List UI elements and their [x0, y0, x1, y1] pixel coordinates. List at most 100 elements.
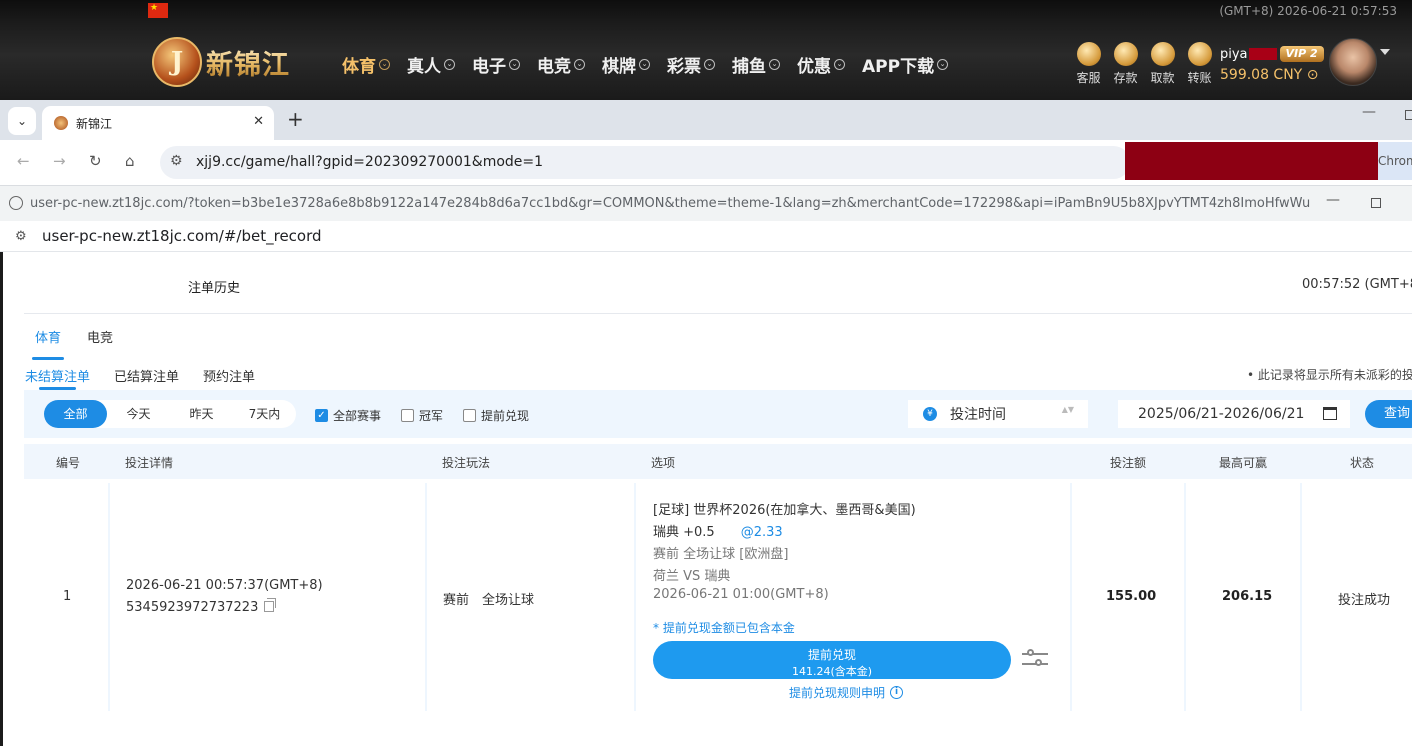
segment-yesterday[interactable]: 昨天 — [170, 400, 233, 428]
user-menu-caret-icon[interactable] — [1380, 49, 1390, 55]
header-detail: 投注详情 — [125, 456, 174, 470]
chevron-down-icon: ⌄ — [379, 59, 390, 70]
site-settings-icon[interactable]: ⚙ — [15, 229, 27, 244]
nav-item-app-download[interactable]: APP下载 ⌄ — [862, 52, 949, 77]
nav-item-live-casino[interactable]: 真人 ⌄ — [407, 52, 455, 77]
chevron-down-icon: ⌄ — [937, 59, 949, 70]
header-max-win: 最高可赢 — [1219, 456, 1268, 470]
quick-actions: 客服 存款 取款 转账 — [1070, 42, 1218, 86]
header-option: 选项 — [651, 456, 676, 470]
query-button[interactable]: 查询 — [1365, 400, 1412, 428]
page-clock: 00:57:52 (GMT+8) — [1302, 277, 1412, 292]
popup-maximize-button[interactable] — [1371, 198, 1381, 208]
nav-item-slots[interactable]: 电子 ⌄ — [472, 52, 520, 77]
checkbox-early-cashout[interactable]: 提前兑现 — [463, 407, 529, 424]
maximize-button[interactable] — [1405, 110, 1412, 120]
balance-row[interactable]: 599.08 CNY ⊙ — [1220, 67, 1324, 83]
sliders-icon[interactable] — [1022, 649, 1048, 669]
tab-unsettled[interactable]: 未结算注单 — [25, 366, 90, 390]
site-settings-icon[interactable]: ⚙ — [170, 153, 183, 169]
tab-sports[interactable]: 体育 — [31, 327, 65, 360]
divider — [24, 313, 1412, 314]
date-range-text: 2025/06/21-2026/06/21 — [1138, 406, 1305, 422]
sort-select[interactable]: ¥ 投注时间 ▲▼ — [908, 400, 1088, 428]
close-icon[interactable]: ✕ — [253, 114, 264, 129]
customer-service-button[interactable]: 客服 — [1070, 42, 1107, 86]
tab-settled[interactable]: 已结算注单 — [114, 366, 179, 385]
withdraw-button[interactable]: 取款 — [1144, 42, 1181, 86]
stake: 155.00 — [1106, 589, 1157, 604]
site-logo[interactable]: J 新锦江 — [152, 36, 290, 88]
kickoff-time: 2026-06-21 01:00(GMT+8) — [653, 587, 829, 602]
selection: 瑞典 +0.5 — [653, 525, 715, 540]
segment-today[interactable]: 今天 — [107, 400, 170, 428]
nav-item-sports[interactable]: 体育 ⌄ — [342, 52, 390, 77]
copy-icon[interactable] — [264, 598, 277, 612]
back-icon[interactable]: ← — [17, 152, 30, 170]
avatar[interactable] — [1329, 38, 1377, 86]
bet-play: 赛前 全场让球 — [443, 593, 535, 608]
nav-item-cards[interactable]: 棋牌 ⌄ — [602, 52, 650, 77]
tab-title: 新锦江 — [76, 116, 113, 131]
segment-7days[interactable]: 7天内 — [233, 400, 296, 428]
popup-address-url: user-pc-new.zt18jc.com/#/bet_record — [42, 227, 322, 245]
sport-tabs: 体育 电竞 — [31, 327, 139, 360]
flag-star: ★ — [150, 3, 159, 13]
card-icon — [1150, 42, 1175, 66]
cell-detail: 2026-06-21 00:57:37(GMT+8) 5345923972737… — [110, 483, 425, 711]
address-bar-url: xjj9.cc/game/hall?gpid=202309270001&mode… — [196, 154, 544, 170]
checkbox-all-events[interactable]: ✓ 全部赛事 — [315, 407, 381, 424]
chevron-down-icon: ⌄ — [574, 59, 585, 70]
minimize-button[interactable]: — — [1362, 104, 1376, 120]
wallet-icon — [1113, 42, 1138, 66]
new-tab-button[interactable]: + — [287, 109, 304, 129]
home-icon[interactable]: ⌂ — [125, 152, 135, 170]
nav-item-promotions[interactable]: 优惠 ⌄ — [797, 52, 845, 77]
nav-item-fishing[interactable]: 捕鱼 ⌄ — [732, 52, 780, 77]
browser-tab-strip: ⌄ 新锦江 ✕ + — [0, 100, 1412, 140]
user-info[interactable]: piya VIP 2 599.08 CNY ⊙ — [1220, 45, 1324, 83]
tab-esports[interactable]: 电竞 — [87, 327, 113, 354]
tab-reserved[interactable]: 预约注单 — [203, 366, 255, 385]
table-footer — [24, 711, 1412, 746]
cell-no: 1 — [24, 483, 108, 711]
chrome-fragment: Chrom — [1378, 142, 1412, 180]
sort-label: 投注时间 — [950, 407, 1006, 423]
status-tabs: 未结算注单 已结算注单 预约注单 — [25, 366, 279, 390]
table-header: 编号 投注详情 投注玩法 选项 投注额 最高可赢 状态 — [24, 444, 1412, 479]
league-name: [足球] 世界杯2026(在加拿大、墨西哥&美国) — [653, 503, 916, 518]
calendar-icon — [1323, 407, 1337, 420]
chevron-down-icon: ⌄ — [444, 59, 455, 70]
cashout-note: * 提前兑现金额已包含本金 — [653, 621, 795, 635]
segment-all[interactable]: 全部 — [44, 400, 107, 428]
cell-play: 赛前 全场让球 — [427, 483, 634, 711]
reload-icon[interactable]: ↻ — [89, 152, 102, 170]
cell-max-win: 206.15 — [1186, 483, 1300, 711]
date-range-picker[interactable]: 2025/06/21-2026/06/21 — [1118, 400, 1350, 428]
balance: 599.08 CNY — [1220, 67, 1303, 83]
tab-search-button[interactable]: ⌄ — [8, 107, 36, 135]
chevron-down-icon: ⌄ — [639, 59, 650, 70]
checkbox-outright[interactable]: 冠军 — [401, 407, 443, 424]
bet-status: 投注成功 — [1338, 593, 1391, 608]
popup-minimize-button[interactable]: — — [1326, 192, 1340, 208]
bet-time: 2026-06-21 00:57:37(GMT+8) — [126, 578, 323, 593]
refresh-icon: ⊙ — [1306, 67, 1319, 83]
selection-row: 瑞典 +0.5 @2.33 — [653, 521, 783, 540]
deposit-button[interactable]: 存款 — [1107, 42, 1144, 86]
early-cashout-button[interactable]: 提前兑现 141.24(含本金) — [653, 641, 1011, 679]
forward-icon[interactable]: → — [53, 152, 66, 170]
china-flag-icon[interactable]: ★ — [148, 3, 168, 18]
transfer-button[interactable]: 转账 — [1181, 42, 1218, 86]
vip-badge: VIP 2 — [1279, 46, 1324, 62]
nav-item-lottery[interactable]: 彩票 ⌄ — [667, 52, 715, 77]
popup-title-url: user-pc-new.zt18jc.com/?token=b3be1e3728… — [30, 196, 1310, 211]
browser-tab[interactable]: 新锦江 ✕ — [42, 106, 274, 140]
cashout-rules-link[interactable]: 提前兑现规则申明 i — [789, 684, 904, 701]
chevron-down-icon: ⌄ — [834, 59, 845, 70]
address-bar[interactable]: ⚙ xjj9.cc/game/hall?gpid=202309270001&mo… — [160, 146, 1130, 179]
nav-item-esports[interactable]: 电竞 ⌄ — [537, 52, 585, 77]
chevron-down-icon: ⌄ — [509, 59, 520, 70]
user-name: piya — [1220, 46, 1248, 62]
favicon-icon — [54, 116, 68, 130]
